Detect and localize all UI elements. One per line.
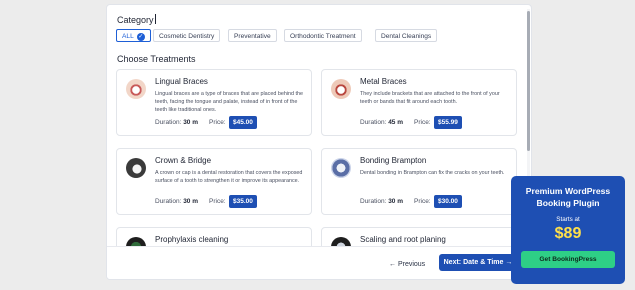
- price-label: Price:: [414, 119, 431, 126]
- duration: Duration: 30 m: [360, 198, 404, 205]
- chip-dental-cleanings[interactable]: Dental Cleanings: [375, 29, 438, 42]
- section-title: Choose Treatments: [117, 54, 196, 64]
- chip-label: Preventative: [234, 33, 271, 40]
- price-label: Price:: [414, 198, 431, 205]
- card-title: Prophylaxis cleaning: [155, 235, 229, 244]
- card-title: Lingual Braces: [155, 77, 208, 86]
- price-badge: $55.99: [434, 116, 462, 129]
- next-date-time-button[interactable]: Next: Date & Time →: [439, 254, 517, 271]
- chip-label: Dental Cleanings: [381, 33, 432, 40]
- price-label: Price:: [209, 119, 226, 126]
- card-description: Dental bonding in Brampton can fix the c…: [360, 170, 505, 176]
- duration: Duration: 30 m: [155, 119, 199, 126]
- text-cursor: [154, 14, 156, 24]
- check-icon: ✓: [136, 33, 145, 41]
- footer-bar: ← Previous Next: Date & Time →: [107, 246, 531, 279]
- chip-label: Cosmetic Dentistry: [159, 33, 215, 40]
- bonding-avatar: [331, 158, 351, 178]
- price-badge: $30.00: [434, 195, 462, 208]
- chip-all[interactable]: ALL ✓: [116, 29, 151, 42]
- crown-avatar: [126, 158, 146, 178]
- price-badge: $35.00: [229, 195, 257, 208]
- chip-label: ALL: [122, 33, 134, 40]
- teeth-avatar: [126, 79, 146, 99]
- card-title: Bonding Brampton: [360, 156, 427, 165]
- card-title: Metal Braces: [360, 77, 407, 86]
- scrollbar-thumb[interactable]: [527, 11, 530, 151]
- promo-title: Premium WordPress Booking Plugin: [525, 186, 611, 208]
- get-bookingpress-button[interactable]: Get BookingPress: [521, 251, 615, 268]
- treatment-card-crown-bridge[interactable]: Crown & Bridge A crown or cap is a denta…: [116, 148, 312, 215]
- treatment-card-bonding-brampton[interactable]: Bonding Brampton Dental bonding in Bramp…: [321, 148, 517, 215]
- treatment-card-lingual-braces[interactable]: Lingual Braces Lingual braces are a type…: [116, 69, 312, 136]
- card-description: They include brackets that are attached …: [360, 91, 500, 105]
- previous-button[interactable]: ← Previous: [389, 261, 425, 268]
- promo-card: Premium WordPress Booking Plugin Starts …: [511, 176, 625, 284]
- card-description: Lingual braces are a type of braces that…: [155, 91, 304, 113]
- chip-label: Orthodontic Treatment: [290, 33, 356, 40]
- chip-preventative[interactable]: Preventative: [228, 29, 277, 42]
- duration: Duration: 45 m: [360, 119, 404, 126]
- category-label: Category: [117, 14, 156, 25]
- booking-panel: Category ALL ✓ Cosmetic Dentistry Prevent…: [106, 4, 532, 280]
- card-title: Crown & Bridge: [155, 156, 212, 165]
- card-title: Scaling and root planing: [360, 235, 446, 244]
- price-label: Price:: [209, 198, 226, 205]
- duration: Duration: 30 m: [155, 198, 199, 205]
- teeth-avatar: [331, 79, 351, 99]
- price-badge: $45.00: [229, 116, 257, 129]
- promo-price: $89: [554, 225, 582, 242]
- card-description: A crown or cap is a dental restoration t…: [155, 170, 303, 184]
- chip-cosmetic-dentistry[interactable]: Cosmetic Dentistry: [153, 29, 221, 42]
- chip-orthodontic-treatment[interactable]: Orthodontic Treatment: [284, 29, 362, 42]
- promo-starts-label: Starts at: [556, 216, 580, 223]
- treatment-card-metal-braces[interactable]: Metal Braces They include brackets that …: [321, 69, 517, 136]
